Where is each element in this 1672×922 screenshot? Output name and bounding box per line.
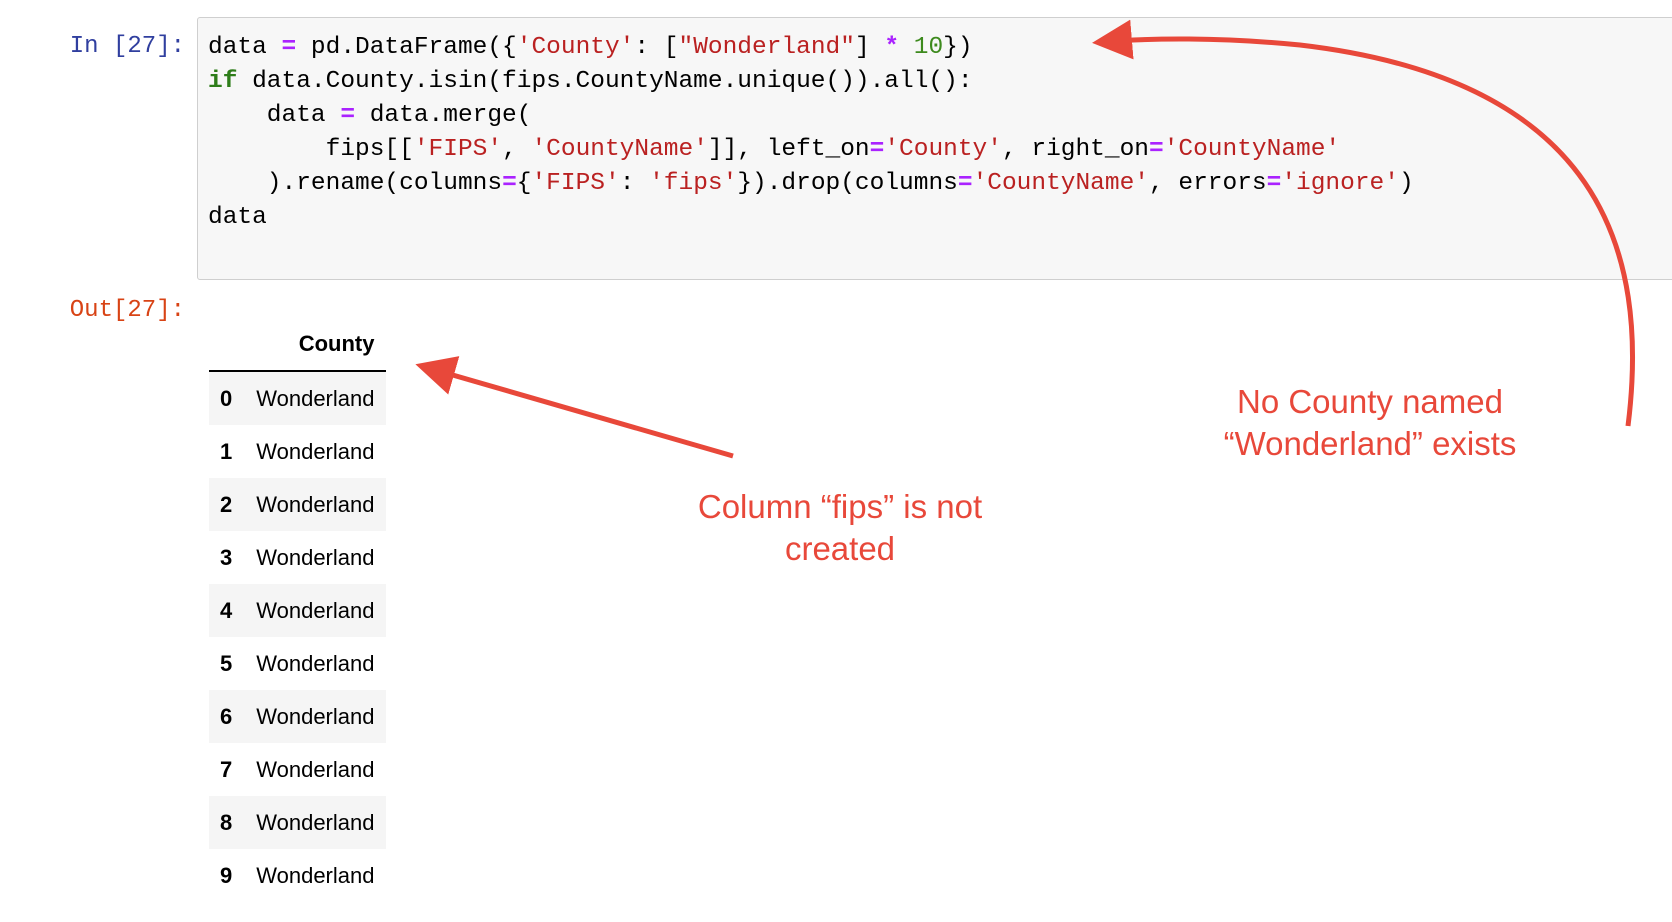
cell-county: Wonderland [256, 862, 375, 888]
cell-county: Wonderland [256, 438, 375, 464]
code-token-op: = [957, 170, 973, 197]
code-token: , [502, 136, 532, 163]
table-row: 0 Wonderland [209, 371, 387, 425]
code-line: ).rename(columns={'FIPS': 'fips'}).drop(… [208, 167, 1414, 201]
cell-county: Wonderland [256, 650, 375, 676]
cell-county: Wonderland [256, 597, 375, 623]
cell-county: Wonderland [256, 385, 375, 411]
row-index: 1 [220, 438, 233, 464]
code-token-op: * [884, 34, 900, 61]
row-index: 0 [220, 385, 233, 411]
row-index: 4 [220, 597, 233, 623]
output-prompt: Out[27]: [69, 297, 185, 324]
table-row: 3 Wonderland [209, 531, 387, 584]
cell-county: Wonderland [256, 491, 375, 517]
code-token-str: 'CountyName' [972, 170, 1149, 197]
code-token: ).rename(columns [208, 170, 503, 197]
code-line: if data.County.isin(fips.CountyName.uniq… [208, 65, 1414, 99]
table-row: 5 Wonderland [209, 637, 387, 690]
code-token: data [208, 34, 282, 61]
code-token: data [208, 102, 341, 129]
annotation-line: Column “fips” is not [697, 488, 983, 525]
code-token-str: 'fips' [649, 170, 738, 197]
code-token-str: 'CountyName' [1163, 136, 1341, 163]
code-line: data = pd.DataFrame({'County': ["Wonderl… [208, 31, 1414, 65]
table-row: 4 Wonderland [209, 584, 387, 637]
code-cell[interactable]: data = pd.DataFrame({'County': ["Wonderl… [197, 17, 1672, 280]
code-token-num: 10 [913, 34, 944, 61]
code-token: ] [854, 34, 885, 61]
table-row: 1 Wonderland [209, 425, 387, 478]
code-token-str: 'ignore' [1281, 170, 1399, 197]
cell-county: Wonderland [256, 809, 375, 835]
code-line: fips[['FIPS', 'CountyName']], left_on='C… [208, 133, 1414, 167]
code-token: fips[[ [208, 136, 414, 163]
code-token: data [208, 204, 267, 231]
code-token-str: 'County' [884, 136, 1002, 163]
code-token-op: = [281, 34, 297, 61]
row-index: 2 [220, 491, 233, 517]
row-index: 5 [220, 650, 233, 676]
code-token: pd.DataFrame({ [296, 34, 517, 61]
column-header-county: County [244, 318, 387, 372]
code-token: , errors [1149, 170, 1267, 197]
code-token-str: "Wonderland" [678, 34, 855, 61]
code-token: ]], left_on [707, 136, 870, 163]
code-token-op: = [1266, 170, 1282, 197]
row-index: 6 [220, 703, 233, 729]
annotation-fips-not-created: Column “fips” is not created [660, 486, 1020, 570]
code-token-op: = [1149, 136, 1164, 163]
table-row: 2 Wonderland [209, 478, 387, 531]
code-token-op: = [869, 136, 885, 163]
code-token-str: 'County' [516, 34, 635, 61]
code-token-str: 'CountyName' [531, 136, 708, 163]
code-token: data.County.isin(fips.CountyName.unique(… [237, 68, 973, 95]
annotation-no-county: No County named “Wonderland” exists [1190, 381, 1550, 465]
annotation-line: “Wonderland” exists [1223, 425, 1517, 462]
code-token: : [619, 170, 650, 197]
code-token-kw: if [208, 68, 238, 95]
cell-county: Wonderland [256, 756, 375, 782]
table-header-row: County [209, 318, 387, 372]
code-token: }) [943, 34, 973, 61]
code-token-str: 'FIPS' [413, 136, 503, 163]
code-token: , right_on [1001, 136, 1149, 163]
row-index: 3 [220, 544, 233, 570]
cell-county: Wonderland [256, 544, 375, 570]
arrow-to-county-header [415, 356, 734, 459]
code-editor[interactable]: data = pd.DataFrame({'County': ["Wonderl… [208, 31, 1414, 235]
code-line: data [208, 201, 1414, 235]
code-token: { [516, 170, 532, 197]
table-row: 8 Wonderland [209, 796, 387, 849]
code-token: }).drop(columns [737, 170, 958, 197]
code-token: : [ [634, 34, 679, 61]
row-index: 7 [220, 756, 233, 782]
annotation-line: created [784, 530, 896, 567]
code-token: ) [1398, 170, 1414, 197]
row-index: 8 [220, 809, 233, 835]
code-token-op: = [502, 170, 517, 197]
index-header [209, 318, 245, 372]
code-token-str: 'FIPS' [531, 170, 620, 197]
code-line: data = data.merge( [208, 99, 1414, 133]
table-row: 9 Wonderland [209, 849, 387, 902]
table-row: 7 Wonderland [209, 743, 387, 796]
output-dataframe: County 0 Wonderland 1 Wonderland 2 Wonderland… [209, 318, 387, 902]
cell-county: Wonderland [256, 703, 375, 729]
table-row: 6 Wonderland [209, 690, 387, 743]
input-prompt: In [27]: [69, 33, 185, 60]
row-index: 9 [220, 862, 233, 888]
code-token: data.merge( [355, 102, 532, 129]
code-token-op: = [340, 102, 356, 129]
annotation-line: No County named [1237, 383, 1503, 420]
